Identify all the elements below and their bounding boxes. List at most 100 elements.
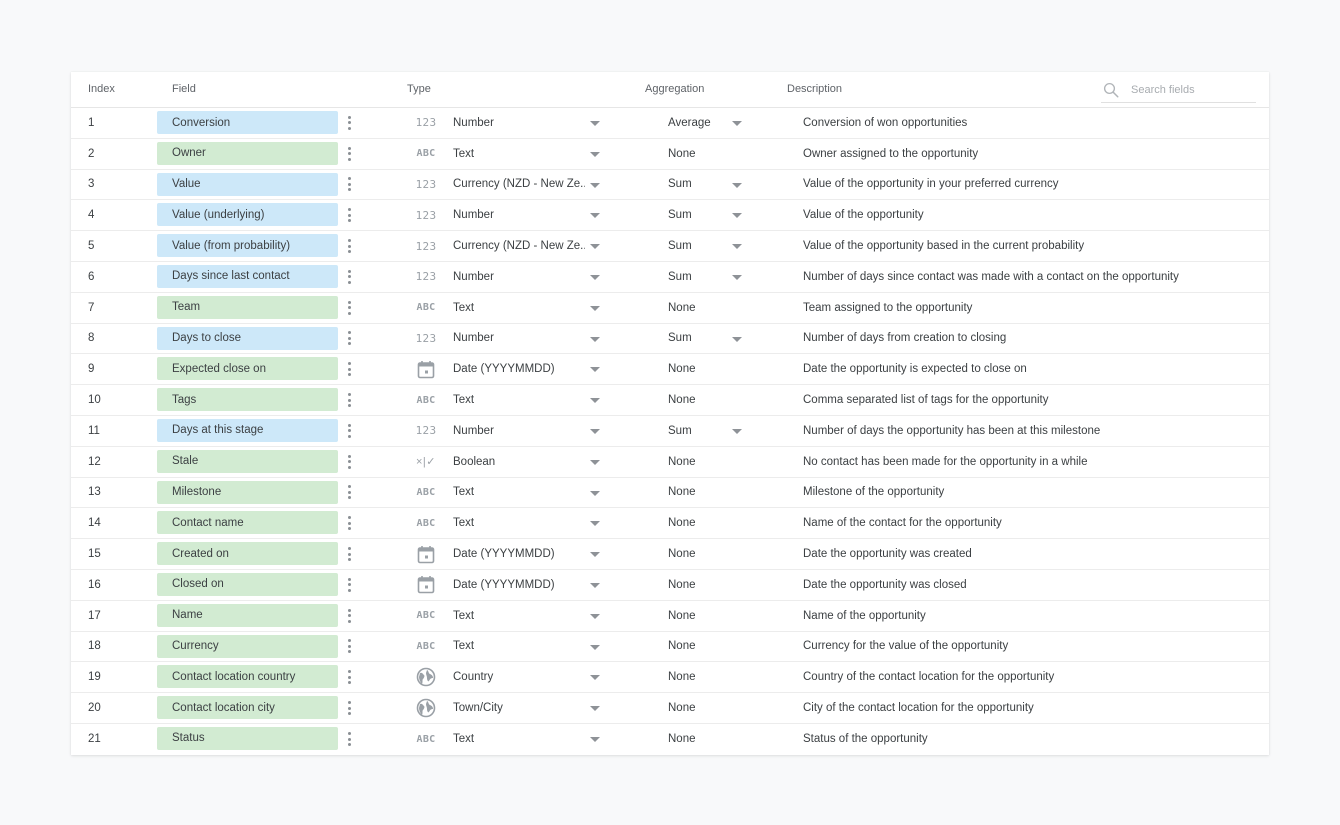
- aggregation-dropdown[interactable]: Average: [668, 108, 753, 138]
- type-dropdown[interactable]: Number: [453, 416, 608, 446]
- more-options-button[interactable]: [343, 570, 355, 600]
- search-input[interactable]: [1131, 82, 1251, 98]
- type-dropdown[interactable]: Text: [453, 601, 608, 631]
- caret-down-icon: [590, 305, 600, 311]
- more-options-button[interactable]: [343, 447, 355, 477]
- field-chip-days-at-this-stage[interactable]: Days at this stage: [157, 418, 338, 442]
- field-chip-closed-on[interactable]: Closed on: [157, 572, 338, 596]
- type-dropdown[interactable]: Number: [453, 108, 608, 138]
- caret-down-icon: [590, 182, 600, 188]
- field-chip-value[interactable]: Value: [157, 172, 338, 196]
- aggregation-label: None: [668, 548, 696, 561]
- text-icon: ABC: [416, 734, 436, 745]
- field-chip-days-to-close[interactable]: Days to close: [157, 326, 338, 350]
- more-options-button[interactable]: [343, 200, 355, 230]
- field-chip-contact-name[interactable]: Contact name: [157, 511, 338, 535]
- field-chip-days-since-last-contact[interactable]: Days since last contact: [157, 264, 338, 288]
- type-dropdown[interactable]: Text: [453, 139, 608, 169]
- aggregation-label: None: [668, 394, 696, 407]
- field-chip-contact-location-country[interactable]: Contact location country: [157, 665, 338, 689]
- aggregation-dropdown[interactable]: Sum: [668, 324, 753, 354]
- more-options-button[interactable]: [343, 693, 355, 723]
- table-row: 6 Days since last contact 123 Number Sum…: [71, 262, 1269, 293]
- field-chip-created-on[interactable]: Created on: [157, 542, 338, 566]
- type-dropdown[interactable]: Boolean: [453, 447, 608, 477]
- aggregation-value: None: [668, 293, 753, 323]
- field-chip-milestone[interactable]: Milestone: [157, 480, 338, 504]
- more-vert-icon: [347, 146, 351, 161]
- aggregation-dropdown[interactable]: Sum: [668, 262, 753, 292]
- type-dropdown[interactable]: Text: [453, 293, 608, 323]
- calendar-icon: [411, 570, 441, 600]
- field-chip-expected-close-on[interactable]: Expected close on: [157, 357, 338, 381]
- aggregation-dropdown[interactable]: Sum: [668, 200, 753, 230]
- more-vert-icon: [347, 670, 351, 685]
- more-options-button[interactable]: [343, 354, 355, 384]
- caret-down-icon: [590, 244, 600, 250]
- row-description: City of the contact location for the opp…: [803, 702, 1034, 715]
- aggregation-label: None: [668, 578, 696, 591]
- field-chip-currency[interactable]: Currency: [157, 634, 338, 658]
- field-chip-name[interactable]: Name: [157, 603, 338, 627]
- table-row: 19 Contact location country Country None…: [71, 662, 1269, 694]
- caret-down-icon: [590, 552, 600, 558]
- more-options-button[interactable]: [343, 508, 355, 538]
- type-dropdown[interactable]: Text: [453, 385, 608, 415]
- more-options-button[interactable]: [343, 293, 355, 323]
- more-options-button[interactable]: [343, 170, 355, 200]
- field-chip-conversion[interactable]: Conversion: [157, 111, 338, 134]
- type-dropdown[interactable]: Text: [453, 508, 608, 538]
- more-options-button[interactable]: [343, 108, 355, 138]
- field-chip-stale[interactable]: Stale: [157, 449, 338, 473]
- type-dropdown[interactable]: Text: [453, 632, 608, 662]
- more-options-button[interactable]: [343, 262, 355, 292]
- aggregation-dropdown[interactable]: Sum: [668, 231, 753, 261]
- field-chip-contact-location-city[interactable]: Contact location city: [157, 696, 338, 720]
- type-dropdown[interactable]: Date (YYYYMMDD): [453, 539, 608, 569]
- type-dropdown[interactable]: Text: [453, 478, 608, 508]
- caret-down-icon: [590, 274, 600, 280]
- aggregation-dropdown[interactable]: Sum: [668, 170, 753, 200]
- more-options-button[interactable]: [343, 539, 355, 569]
- type-dropdown[interactable]: Number: [453, 262, 608, 292]
- aggregation-dropdown[interactable]: Sum: [668, 416, 753, 446]
- number-icon: 123: [415, 239, 437, 253]
- row-description: Country of the contact location for the …: [803, 671, 1055, 684]
- number-icon: 123: [415, 332, 437, 345]
- field-chip-value-from-probability[interactable]: Value (from probability): [157, 234, 338, 258]
- field-chip-value-underlying[interactable]: Value (underlying): [157, 203, 338, 227]
- type-dropdown[interactable]: Currency (NZD - New Ze...: [453, 170, 608, 200]
- more-options-button[interactable]: [343, 601, 355, 631]
- caret-down-icon: [590, 398, 600, 404]
- field-chip-team[interactable]: Team: [157, 295, 338, 319]
- more-options-button[interactable]: [343, 632, 355, 662]
- field-chip-owner[interactable]: Owner: [157, 141, 338, 165]
- field-chip-status[interactable]: Status: [157, 726, 338, 750]
- field-chip-tags[interactable]: Tags: [157, 388, 338, 412]
- type-dropdown[interactable]: Number: [453, 324, 608, 354]
- more-options-button[interactable]: [343, 385, 355, 415]
- type-dropdown[interactable]: Date (YYYYMMDD): [453, 354, 608, 384]
- type-dropdown[interactable]: Number: [453, 200, 608, 230]
- caret-down-icon: [590, 490, 600, 496]
- more-options-button[interactable]: [343, 139, 355, 169]
- more-options-button[interactable]: [343, 231, 355, 261]
- type-dropdown[interactable]: Date (YYYYMMDD): [453, 570, 608, 600]
- aggregation-label: None: [668, 486, 696, 499]
- type-dropdown[interactable]: Town/City: [453, 693, 608, 723]
- row-description: Number of days since contact was made wi…: [803, 270, 1179, 283]
- more-options-button[interactable]: [343, 662, 355, 692]
- aggregation-value: None: [668, 724, 753, 755]
- more-options-button[interactable]: [343, 724, 355, 755]
- caret-down-icon: [590, 736, 600, 742]
- type-dropdown[interactable]: Country: [453, 662, 608, 692]
- more-vert-icon: [347, 269, 351, 284]
- aggregation-label: None: [668, 301, 696, 314]
- more-options-button[interactable]: [343, 478, 355, 508]
- type-dropdown[interactable]: Currency (NZD - New Ze...: [453, 231, 608, 261]
- more-vert-icon: [347, 577, 351, 592]
- type-dropdown[interactable]: Text: [453, 724, 608, 755]
- caret-down-icon: [732, 336, 742, 342]
- more-options-button[interactable]: [343, 416, 355, 446]
- more-options-button[interactable]: [343, 324, 355, 354]
